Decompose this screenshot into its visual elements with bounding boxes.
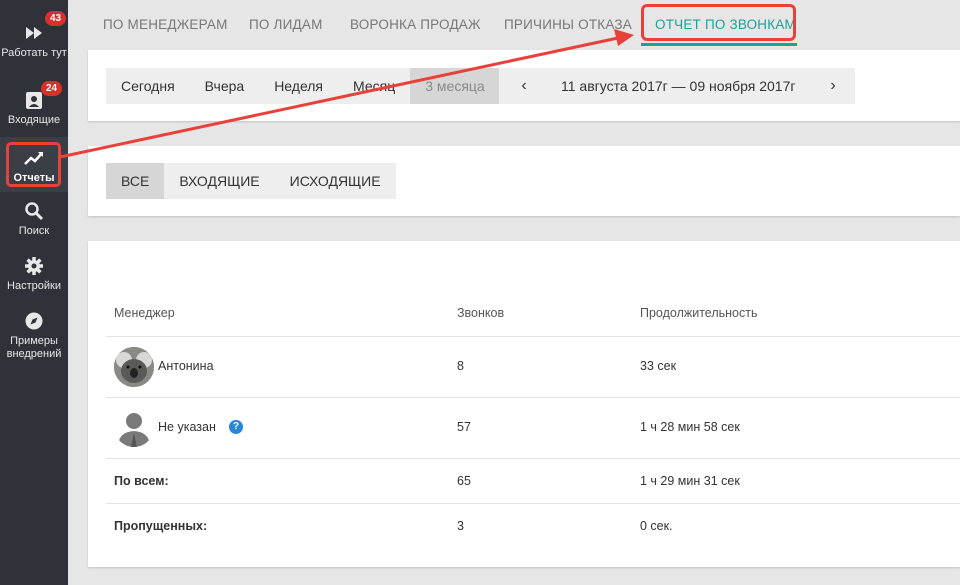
calls-duration: 1 ч 28 мин 58 сек (640, 420, 740, 434)
total-label: По всем: (114, 474, 169, 488)
fast-forward-icon: 43 (23, 11, 67, 44)
period-today-button[interactable]: Сегодня (106, 68, 190, 104)
avatar (114, 347, 154, 387)
date-range-text: 11 августа 2017г — 09 ноября 2017г (561, 78, 796, 94)
header-calls: Звонков (457, 306, 505, 320)
report-tabs: ПО МЕНЕДЖЕРАМ ПО ЛИДАМ ВОРОНКА ПРОДАЖ ПР… (88, 0, 960, 48)
direction-outgoing-button[interactable]: ИСХОДЯЩИЕ (275, 163, 396, 199)
sidebar-item-label: Входящие (7, 114, 61, 126)
missed-calls: 3 (457, 519, 464, 533)
inbox-badge: 24 (41, 81, 63, 96)
calls-count: 8 (457, 359, 464, 373)
date-range-navigator: ‹ 11 августа 2017г — 09 ноября 2017г › (499, 68, 855, 104)
direction-all-button[interactable]: ВСЕ (106, 163, 165, 199)
sidebar-item-inbox[interactable]: 24 Входящие (0, 81, 68, 127)
sidebar-item-label: Примеры внедрений (6, 335, 62, 360)
tab-by-leads[interactable]: ПО ЛИДАМ (249, 17, 323, 32)
direction-incoming-button[interactable]: ВХОДЯЩИЕ (164, 163, 274, 199)
help-icon[interactable]: ? (229, 420, 243, 434)
period-card: Сегодня Вчера Неделя Месяц 3 месяца ‹ 11… (88, 50, 960, 121)
period-3months-button[interactable]: 3 месяца (410, 68, 500, 104)
inbox-icon: 24 (23, 81, 63, 111)
sidebar-item-label: Настройки (7, 280, 61, 292)
manager-name[interactable]: Не указан (158, 420, 216, 434)
period-week-button[interactable]: Неделя (259, 68, 338, 104)
search-icon (23, 200, 45, 222)
sidebar-item-label: Работать тут (1, 47, 67, 59)
tab-refusal-reasons[interactable]: ПРИЧИНЫ ОТКАЗА (504, 17, 632, 32)
gear-icon (23, 255, 45, 277)
period-yesterday-button[interactable]: Вчера (190, 68, 260, 104)
row-divider (106, 397, 960, 398)
tab-by-managers[interactable]: ПО МЕНЕДЖЕРАМ (103, 17, 228, 32)
row-divider (106, 336, 960, 337)
period-month-button[interactable]: Месяц (338, 68, 410, 104)
calls-table-card: Менеджер Звонков Продолжительность Антон… (88, 241, 960, 567)
direction-card: ВСЕ ВХОДЯЩИЕ ИСХОДЯЩИЕ (88, 146, 960, 216)
next-range-icon[interactable]: › (823, 68, 843, 104)
sidebar-item-search[interactable]: Поиск (0, 200, 68, 238)
work-badge: 43 (45, 11, 67, 26)
sidebar-item-label: Поиск (18, 225, 50, 237)
tab-sales-funnel[interactable]: ВОРОНКА ПРОДАЖ (350, 17, 481, 32)
sidebar-item-examples[interactable]: Примеры внедрений (0, 310, 68, 361)
prev-range-icon[interactable]: ‹ (514, 68, 534, 104)
active-tab-indicator (641, 43, 797, 46)
sidebar-item-work-here[interactable]: 43 Работать тут (0, 11, 68, 60)
sidebar-item-settings[interactable]: Настройки (0, 255, 68, 293)
reports-highlight-box (6, 142, 61, 187)
calls-duration: 33 сек (640, 359, 677, 373)
compass-icon (23, 310, 45, 332)
total-calls: 65 (457, 474, 471, 488)
row-divider (106, 503, 960, 504)
missed-label: Пропущенных: (114, 519, 208, 533)
manager-name[interactable]: Антонина (158, 359, 214, 373)
header-manager: Менеджер (114, 306, 175, 320)
direction-selector: ВСЕ ВХОДЯЩИЕ ИСХОДЯЩИЕ (106, 163, 396, 199)
period-selector: Сегодня Вчера Неделя Месяц 3 месяца (106, 68, 500, 104)
missed-duration: 0 сек. (640, 519, 673, 533)
header-duration: Продолжительность (640, 306, 758, 320)
row-divider (106, 458, 960, 459)
total-duration: 1 ч 29 мин 31 сек (640, 474, 740, 488)
avatar (114, 407, 154, 447)
calls-count: 57 (457, 420, 471, 434)
sidebar: 43 Работать тут 24 Входящие Отчеты Поиск (0, 0, 68, 585)
calls-tab-highlight-box (641, 4, 796, 41)
